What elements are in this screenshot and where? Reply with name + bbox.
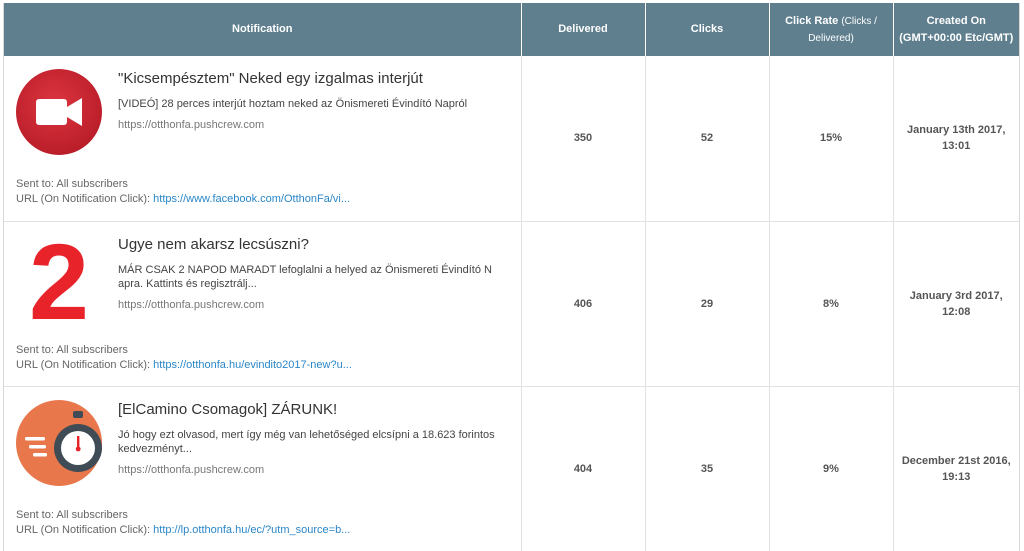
url-label: URL (On Notification Click): — [16, 193, 151, 205]
notification-body: MÁR CSAK 2 NAPOD MARADT lefoglalni a hel… — [118, 263, 492, 290]
table-header-row: Notification Delivered Clicks Click Rate… — [4, 3, 1019, 56]
notification-cell: "Kicsempésztem" Neked egy izgalmas inter… — [4, 56, 522, 221]
table-row: "Kicsempésztem" Neked egy izgalmas inter… — [4, 56, 1019, 221]
number-two-icon: 2 — [16, 221, 102, 342]
column-header-click-rate[interactable]: Click Rate (Clicks / Delivered) — [769, 3, 894, 56]
notification-site: https://otthonfa.pushcrew.com — [118, 298, 265, 311]
notification-body: Jó hogy ezt olvasod, mert így még van le… — [118, 428, 495, 455]
sent-to-label: Sent to: All subscribers — [16, 343, 128, 356]
notification-meta: Sent to: All subscribers URL (On Notific… — [16, 343, 352, 373]
notification-site: https://otthonfa.pushcrew.com — [118, 463, 265, 476]
url-line: URL (On Notification Click): http://lp.o… — [16, 523, 350, 538]
notification-url-link[interactable]: https://www.facebook.com/OtthonFa/vi... — [153, 193, 350, 205]
video-camera-icon — [16, 69, 102, 155]
notification-url-link[interactable]: https://otthonfa.hu/evindito2017-new?u..… — [153, 359, 352, 371]
notifications-table-container: Notification Delivered Clicks Click Rate… — [3, 3, 1020, 551]
notifications-table: Notification Delivered Clicks Click Rate… — [4, 3, 1019, 551]
url-label: URL (On Notification Click): — [16, 358, 151, 371]
click-rate-cell: 15% — [769, 56, 894, 221]
delivered-cell: 404 — [521, 386, 646, 551]
sent-to-label: Sent to: All subscribers — [16, 178, 128, 190]
table-row: 2 Ugye nem akarsz lecsúszni? MÁR CSAK 2 … — [4, 221, 1019, 386]
delivered-cell: 350 — [521, 56, 646, 221]
created-on-cell: January 3rd 2017, 12:08 — [909, 289, 1003, 318]
notification-meta: Sent to: All subscribers URL (On Notific… — [16, 508, 350, 538]
notification-cell: 2 Ugye nem akarsz lecsúszni? MÁR CSAK 2 … — [4, 221, 522, 386]
column-header-delivered[interactable]: Delivered — [521, 3, 646, 56]
notification-meta: Sent to: All subscribers URL (On Notific… — [16, 177, 350, 207]
notification-text: "Kicsempésztem" Neked egy izgalmas inter… — [118, 69, 498, 132]
clicks-cell: 29 — [645, 221, 770, 386]
column-header-clicks[interactable]: Clicks — [645, 3, 770, 56]
created-on-cell: January 13th 2017, 13:01 — [907, 124, 1006, 153]
notification-body: [VIDEÓ] 28 perces interjút hoztam neked … — [118, 98, 468, 110]
column-header-notification[interactable]: Notification — [4, 3, 522, 56]
click-rate-cell: 9% — [769, 386, 894, 551]
number-two-glyph: 2 — [29, 235, 89, 321]
notification-url-link[interactable]: http://lp.otthonfa.hu/ec/?utm_source=b..… — [153, 524, 350, 536]
notification-title: [ElCamino Csomagok] ZÁRUNK! — [118, 400, 338, 418]
column-header-created-on[interactable]: Created On (GMT+00:00 Etc/GMT) — [893, 3, 1019, 56]
url-line: URL (On Notification Click): https://ott… — [16, 358, 352, 373]
clicks-cell: 52 — [645, 56, 770, 221]
notification-text: Ugye nem akarsz lecsúszni? MÁR CSAK 2 NA… — [118, 235, 498, 312]
delivered-cell: 406 — [521, 221, 646, 386]
notification-title: "Kicsempésztem" Neked egy izgalmas inter… — [118, 70, 423, 87]
click-rate-cell: 8% — [769, 221, 894, 386]
notification-title: Ugye nem akarsz lecsúszni? — [118, 235, 309, 253]
click-rate-label: Click Rate — [785, 14, 839, 27]
sent-to-label: Sent to: All subscribers — [16, 508, 128, 521]
notification-site: https://otthonfa.pushcrew.com — [118, 119, 265, 131]
url-label: URL (On Notification Click): — [16, 523, 151, 536]
notification-text: [ElCamino Csomagok] ZÁRUNK! Jó hogy ezt … — [118, 400, 498, 477]
notification-cell: [ElCamino Csomagok] ZÁRUNK! Jó hogy ezt … — [4, 386, 522, 551]
clicks-cell: 35 — [645, 386, 770, 551]
url-line: URL (On Notification Click): https://www… — [16, 192, 350, 207]
stopwatch-icon — [16, 399, 102, 486]
table-row: [ElCamino Csomagok] ZÁRUNK! Jó hogy ezt … — [4, 386, 1019, 551]
created-on-cell: December 21st 2016, 19:13 — [901, 455, 1011, 483]
